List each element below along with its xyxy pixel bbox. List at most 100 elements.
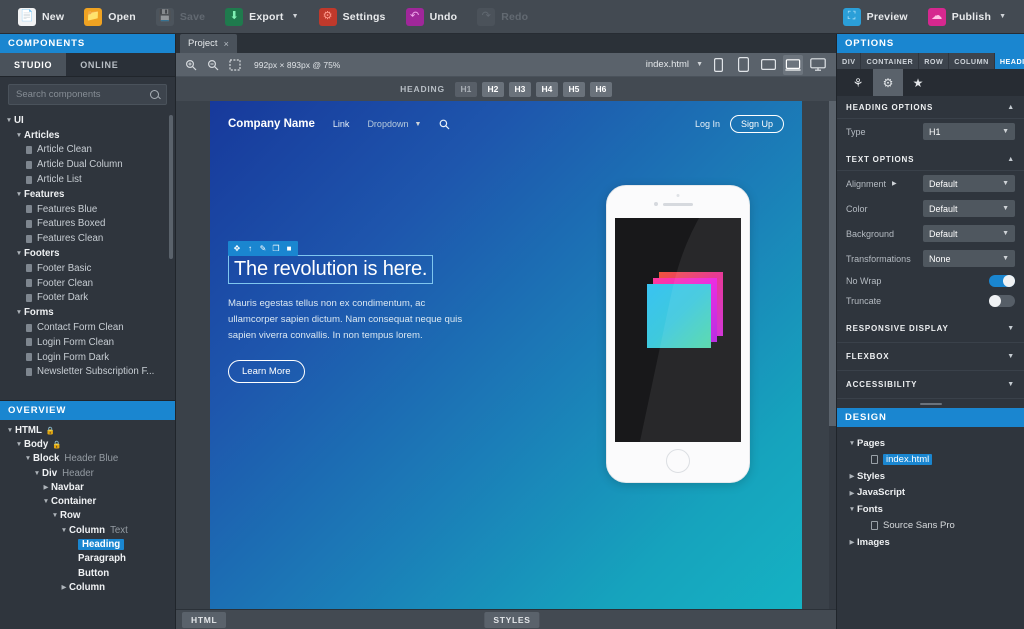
gear-icon[interactable]: ⚙ [873, 69, 903, 96]
list-item[interactable]: Contact Form Clean [0, 320, 175, 335]
design-node[interactable]: index.html [837, 452, 1024, 469]
current-file-label[interactable]: index.html [646, 59, 689, 70]
search-icon[interactable] [439, 119, 450, 130]
truncate-toggle[interactable] [989, 295, 1015, 307]
breadcrumb-heading[interactable]: HEADING [994, 53, 1024, 69]
search-input[interactable] [16, 89, 150, 100]
heading-h5-button[interactable]: H5 [562, 81, 585, 97]
chevron-down-icon[interactable]: ▼ [23, 455, 33, 462]
device-desktop-button[interactable] [808, 55, 828, 75]
heading-h2-button[interactable]: H2 [481, 81, 504, 97]
components-tree[interactable]: ▼ UI ▼ Articles Article Clean Article Dual Co… [0, 111, 175, 400]
alignment-select[interactable]: Default ▼ [923, 175, 1015, 192]
text-options-section-header[interactable]: TEXT OPTIONS ▲ [837, 148, 1024, 171]
list-item[interactable]: Features Boxed [0, 217, 175, 232]
chevron-right-icon[interactable]: ▶ [41, 483, 51, 491]
component-group[interactable]: ▼ Articles [0, 128, 175, 143]
chevron-right-icon[interactable]: ▶ [847, 538, 857, 546]
canvas-scroll-thumb[interactable] [829, 101, 836, 427]
chevron-down-icon[interactable]: ▼ [4, 117, 14, 124]
list-item[interactable]: Login Form Dark [0, 350, 175, 365]
search-box[interactable] [8, 84, 167, 105]
select-parent-icon[interactable]: ↑ [244, 243, 256, 254]
device-tablet-button[interactable] [758, 55, 778, 75]
overview-node[interactable]: ▶ Column [0, 580, 175, 594]
heading-h4-button[interactable]: H4 [535, 81, 558, 97]
chevron-down-icon[interactable]: ▼ [847, 506, 857, 513]
design-tree[interactable]: ▼ Pages index.html ▶ Styles ▶ JavaScript ▼ Fonts… [837, 427, 1024, 629]
chevron-down-icon[interactable]: ▼ [14, 309, 24, 316]
new-button[interactable]: 📄 New [8, 0, 74, 34]
breadcrumb-column[interactable]: COLUMN [949, 53, 995, 69]
publish-button[interactable]: ☁ Publish ▼ [918, 0, 1016, 34]
color-select[interactable]: Default ▼ [923, 200, 1015, 217]
overview-node[interactable]: ▼ HTML 🔒 [0, 423, 175, 437]
site-brand[interactable]: Company Name [228, 118, 315, 130]
star-badge-icon[interactable]: ★ [903, 69, 933, 96]
settings-button[interactable]: ⚙ Settings [309, 0, 396, 34]
design-node[interactable]: ▼ Fonts [837, 501, 1024, 518]
list-item[interactable]: Article Clean [0, 143, 175, 158]
list-item[interactable]: Article List [0, 172, 175, 187]
html-panel-button[interactable]: HTML [182, 611, 227, 628]
no-wrap-toggle[interactable] [989, 275, 1015, 287]
chevron-down-icon[interactable]: ▼ [14, 441, 24, 448]
canvas-area[interactable]: Company Name Link Dropdown ▼ Log In Sign… [176, 101, 836, 609]
fit-to-screen-icon[interactable] [228, 58, 242, 72]
heading-type-select[interactable]: H1 ▼ [923, 123, 1015, 140]
export-button[interactable]: ⬇ Export ▼ [215, 0, 308, 34]
chevron-right-icon[interactable]: ▶ [892, 180, 897, 187]
zoom-in-icon[interactable] [184, 58, 198, 72]
tab-online[interactable]: ONLINE [66, 53, 132, 76]
redo-button[interactable]: ↷ Redo [467, 0, 538, 34]
heading-h6-button[interactable]: H6 [589, 81, 612, 97]
design-node[interactable]: ▶ Styles [837, 468, 1024, 485]
overview-node[interactable]: ▼ Body 🔒 [0, 437, 175, 451]
component-group[interactable]: ▼ Features [0, 187, 175, 202]
tab-studio[interactable]: STUDIO [0, 53, 67, 76]
preview-button[interactable]: ⛶ Preview [833, 0, 918, 34]
panel-resize-handle[interactable] [837, 399, 1024, 408]
overview-node[interactable]: ▶ Navbar [0, 480, 175, 494]
component-group[interactable]: ▼ UI [0, 113, 175, 128]
hero-paragraph[interactable]: Mauris egestas tellus non ex condimentum… [228, 296, 478, 344]
breadcrumb-div[interactable]: DIV [837, 53, 862, 69]
chevron-up-icon[interactable]: ▲ [1007, 156, 1015, 163]
device-phone-large-button[interactable] [733, 55, 753, 75]
chevron-right-icon[interactable]: ▶ [847, 472, 857, 480]
chevron-down-icon[interactable]: ▼ [696, 61, 703, 68]
page-preview[interactable]: Company Name Link Dropdown ▼ Log In Sign… [210, 101, 802, 609]
transformations-select[interactable]: None ▼ [923, 250, 1015, 267]
list-item[interactable]: Footer Clean [0, 276, 175, 291]
list-item[interactable]: Newsletter Subscription F... [0, 365, 175, 380]
chevron-down-icon[interactable]: ▼ [5, 427, 15, 434]
chevron-down-icon[interactable]: ▼ [14, 250, 24, 257]
delete-trash-icon[interactable]: ■ [283, 243, 295, 254]
overview-node[interactable]: Button [0, 566, 175, 580]
responsive-display-section[interactable]: RESPONSIVE DISPLAY ▼ [837, 315, 1024, 343]
list-item[interactable]: Article Dual Column [0, 157, 175, 172]
overview-node[interactable]: Paragraph [0, 552, 175, 566]
device-phone-portrait-button[interactable] [708, 55, 728, 75]
design-node[interactable]: ▶ JavaScript [837, 485, 1024, 502]
chevron-down-icon[interactable]: ▼ [32, 470, 42, 477]
close-icon[interactable]: × [224, 39, 229, 49]
styles-panel-button[interactable]: STYLES [484, 611, 540, 628]
overview-node[interactable]: ▼ Container [0, 494, 175, 508]
edit-pencil-icon[interactable]: ✎ [257, 243, 269, 254]
overview-tree[interactable]: ▼ HTML 🔒 ▼ Body 🔒 ▼ Block Header Blue ▼ Div Header ▶… [0, 420, 175, 595]
background-select[interactable]: Default ▼ [923, 225, 1015, 242]
chevron-down-icon[interactable]: ▼ [292, 13, 299, 20]
login-link[interactable]: Log In [695, 119, 720, 129]
palette-icon[interactable]: ⚘ [843, 69, 873, 96]
overview-node[interactable]: ▼ Column Text [0, 523, 175, 537]
chevron-down-icon[interactable]: ▼ [14, 191, 24, 198]
undo-button[interactable]: ↶ Undo [396, 0, 468, 34]
chevron-down-icon[interactable]: ▼ [1007, 353, 1015, 360]
accessibility-section[interactable]: ACCESSIBILITY ▼ [837, 371, 1024, 399]
overview-node[interactable]: ▼ Block Header Blue [0, 452, 175, 466]
list-item[interactable]: Footer Dark [0, 291, 175, 306]
breadcrumb[interactable]: DIVCONTAINERROWCOLUMNHEADING [837, 53, 1024, 69]
chevron-down-icon[interactable]: ▼ [847, 440, 857, 447]
chevron-right-icon[interactable]: ▶ [59, 583, 69, 591]
